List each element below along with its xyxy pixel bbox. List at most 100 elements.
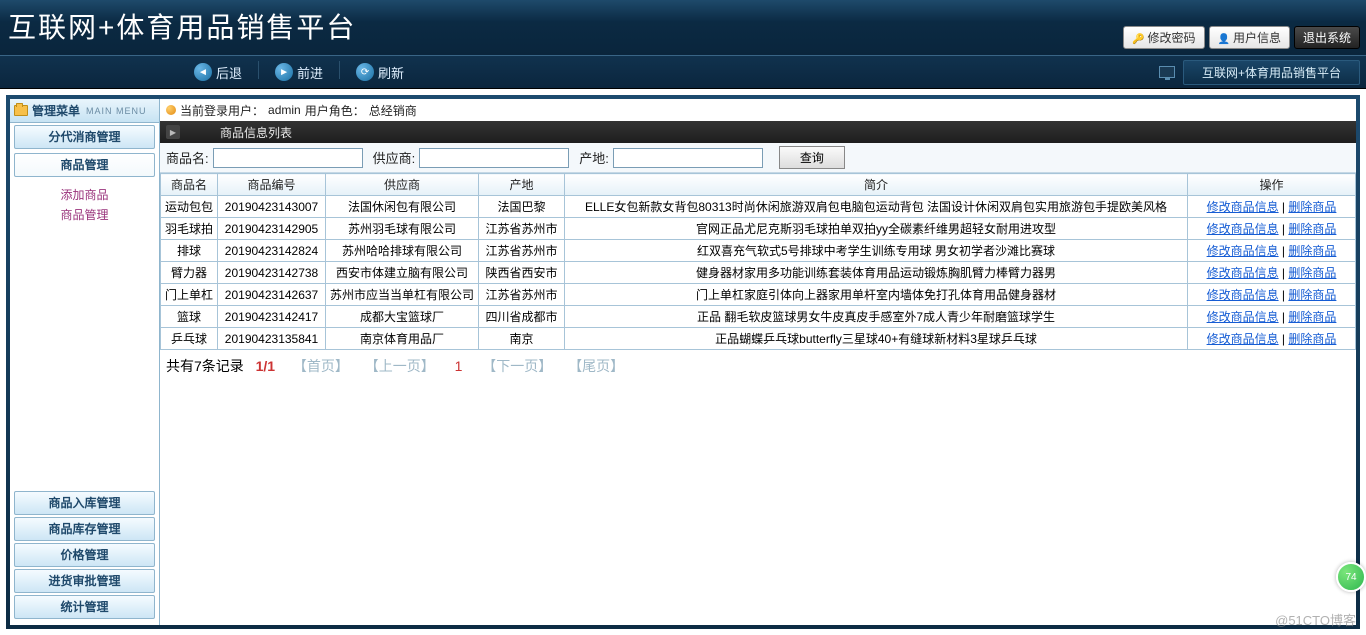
cell-supplier: 南京体育用品厂 xyxy=(326,328,479,350)
delete-link[interactable]: 删除商品 xyxy=(1288,310,1336,324)
cell-place: 四川省成都市 xyxy=(479,306,565,328)
edit-link[interactable]: 修改商品信息 xyxy=(1207,332,1279,346)
key-icon xyxy=(1132,31,1144,45)
cell-op: 修改商品信息 | 删除商品 xyxy=(1188,284,1356,306)
cell-op: 修改商品信息 | 删除商品 xyxy=(1188,306,1356,328)
cell-place: 陕西省西安市 xyxy=(479,262,565,284)
arrow-right-icon: ► xyxy=(275,63,293,81)
cell-code: 20190423142738 xyxy=(218,262,326,284)
cell-name: 篮球 xyxy=(161,306,218,328)
nav-back[interactable]: ◄后退 xyxy=(186,61,250,84)
cell-code: 20190423142824 xyxy=(218,240,326,262)
nav-separator xyxy=(339,61,340,79)
monitor-icon xyxy=(1159,66,1175,78)
submenu-add-product[interactable]: 添加商品 xyxy=(10,185,159,205)
pager-total: 共有7条记录 xyxy=(166,358,248,374)
current-user: admin xyxy=(268,103,301,117)
main-frame: 管理菜单 MAIN MENU 分代消商管理 商品管理 添加商品 商品管理 商品入… xyxy=(6,95,1360,629)
delete-link[interactable]: 删除商品 xyxy=(1288,222,1336,236)
status-dot-icon xyxy=(166,105,176,115)
cell-place: 南京 xyxy=(479,328,565,350)
folder-icon xyxy=(14,105,28,116)
sidebar-item-agent[interactable]: 分代消商管理 xyxy=(14,125,155,149)
pager-total-count: 7 xyxy=(194,358,202,374)
edit-link[interactable]: 修改商品信息 xyxy=(1207,310,1279,324)
pager: 共有7条记录 1/1 【首页】 【上一页】 1 【下一页】 【尾页】 xyxy=(160,350,1356,382)
change-password-button[interactable]: 修改密码 xyxy=(1123,26,1204,49)
sidebar-subtitle: MAIN MENU xyxy=(86,106,147,116)
sidebar-item-product[interactable]: 商品管理 xyxy=(14,153,155,177)
th-supplier: 供应商 xyxy=(326,174,479,196)
logout-button[interactable]: 退出系统 xyxy=(1294,26,1360,49)
cell-name: 羽毛球拍 xyxy=(161,218,218,240)
delete-link[interactable]: 删除商品 xyxy=(1288,288,1336,302)
cell-supplier: 苏州市应当当单杠有限公司 xyxy=(326,284,479,306)
search-place-input[interactable] xyxy=(613,148,763,168)
search-name-input[interactable] xyxy=(213,148,363,168)
cell-intro: 门上单杠家庭引体向上器家用单杆室内墙体免打孔体育用品健身器材 xyxy=(565,284,1188,306)
cell-name: 运动包包 xyxy=(161,196,218,218)
nav-refresh-label: 刷新 xyxy=(378,63,404,82)
logout-label: 退出系统 xyxy=(1303,29,1351,46)
th-op: 操作 xyxy=(1188,174,1356,196)
refresh-icon: ⟳ xyxy=(356,63,374,81)
submenu-manage-product[interactable]: 商品管理 xyxy=(10,205,159,225)
user-info-button[interactable]: 用户信息 xyxy=(1209,26,1290,49)
pager-prev[interactable]: 【上一页】 xyxy=(365,358,435,374)
cell-op: 修改商品信息 | 删除商品 xyxy=(1188,328,1356,350)
app-banner: 互联网+体育用品销售平台 修改密码 用户信息 退出系统 xyxy=(0,0,1366,55)
nav-refresh[interactable]: ⟳刷新 xyxy=(348,61,412,84)
delete-link[interactable]: 删除商品 xyxy=(1288,332,1336,346)
table-row: 羽毛球拍20190423142905苏州羽毛球有限公司江苏省苏州市官网正品尤尼克… xyxy=(161,218,1356,240)
current-user-prefix: 当前登录用户： xyxy=(180,102,264,119)
nav-right: 互联网+体育用品销售平台 xyxy=(1159,60,1360,85)
nav-right-module[interactable]: 互联网+体育用品销售平台 xyxy=(1183,60,1360,85)
cell-intro: ELLE女包新款女背包80313时尚休闲旅游双肩包电脑包运动背包 法国设计休闲双… xyxy=(565,196,1188,218)
edit-link[interactable]: 修改商品信息 xyxy=(1207,200,1279,214)
table-header-row: 商品名 商品编号 供应商 产地 简介 操作 xyxy=(161,174,1356,196)
cell-intro: 健身器材家用多功能训练套装体育用品运动锻炼胸肌臂力棒臂力器男 xyxy=(565,262,1188,284)
edit-link[interactable]: 修改商品信息 xyxy=(1207,244,1279,258)
floating-badge[interactable]: 74 xyxy=(1336,562,1366,592)
search-name-label: 商品名: xyxy=(166,148,209,167)
delete-link[interactable]: 删除商品 xyxy=(1288,200,1336,214)
search-query-button[interactable]: 查询 xyxy=(779,146,845,169)
sidebar-item-price[interactable]: 价格管理 xyxy=(14,543,155,567)
edit-link[interactable]: 修改商品信息 xyxy=(1207,266,1279,280)
edit-link[interactable]: 修改商品信息 xyxy=(1207,288,1279,302)
pager-last[interactable]: 【尾页】 xyxy=(568,358,624,374)
product-table: 商品名 商品编号 供应商 产地 简介 操作 运动包包20190423143007… xyxy=(160,173,1356,350)
delete-link[interactable]: 删除商品 xyxy=(1288,266,1336,280)
user-info-label: 用户信息 xyxy=(1233,29,1281,46)
change-password-label: 修改密码 xyxy=(1148,29,1196,46)
th-name: 商品名 xyxy=(161,174,218,196)
edit-link[interactable]: 修改商品信息 xyxy=(1207,222,1279,236)
pager-next[interactable]: 【下一页】 xyxy=(482,358,552,374)
cell-op: 修改商品信息 | 删除商品 xyxy=(1188,240,1356,262)
content: 当前登录用户：admin 用户角色：总经销商 ▶ 商品信息列表 商品名: 供应商… xyxy=(160,99,1356,625)
play-icon: ▶ xyxy=(166,125,180,139)
sidebar-item-stock[interactable]: 商品库存管理 xyxy=(14,517,155,541)
panel-title: 商品信息列表 xyxy=(220,124,292,141)
sidebar-item-stats[interactable]: 统计管理 xyxy=(14,595,155,619)
delete-link[interactable]: 删除商品 xyxy=(1288,244,1336,258)
panel-title-bar: ▶ 商品信息列表 xyxy=(160,121,1356,143)
cell-place: 江苏省苏州市 xyxy=(479,218,565,240)
pager-position: 1/1 xyxy=(256,358,275,374)
cell-supplier: 法国休闲包有限公司 xyxy=(326,196,479,218)
user-bar: 当前登录用户：admin 用户角色：总经销商 xyxy=(160,99,1356,121)
cell-code: 20190423143007 xyxy=(218,196,326,218)
cell-supplier: 苏州羽毛球有限公司 xyxy=(326,218,479,240)
watermark: @51CTO博客 xyxy=(1275,610,1356,629)
sidebar-item-purchase-approval[interactable]: 进货审批管理 xyxy=(14,569,155,593)
nav-forward[interactable]: ►前进 xyxy=(267,61,331,84)
pager-first[interactable]: 【首页】 xyxy=(293,358,349,374)
table-row: 运动包包20190423143007法国休闲包有限公司法国巴黎ELLE女包新款女… xyxy=(161,196,1356,218)
nav-forward-label: 前进 xyxy=(297,63,323,82)
cell-op: 修改商品信息 | 删除商品 xyxy=(1188,262,1356,284)
sidebar-item-inbound[interactable]: 商品入库管理 xyxy=(14,491,155,515)
search-supplier-input[interactable] xyxy=(419,148,569,168)
cell-place: 江苏省苏州市 xyxy=(479,284,565,306)
nav-separator xyxy=(258,61,259,79)
table-row: 篮球20190423142417成都大宝篮球厂四川省成都市正品 翻毛软皮篮球男女… xyxy=(161,306,1356,328)
